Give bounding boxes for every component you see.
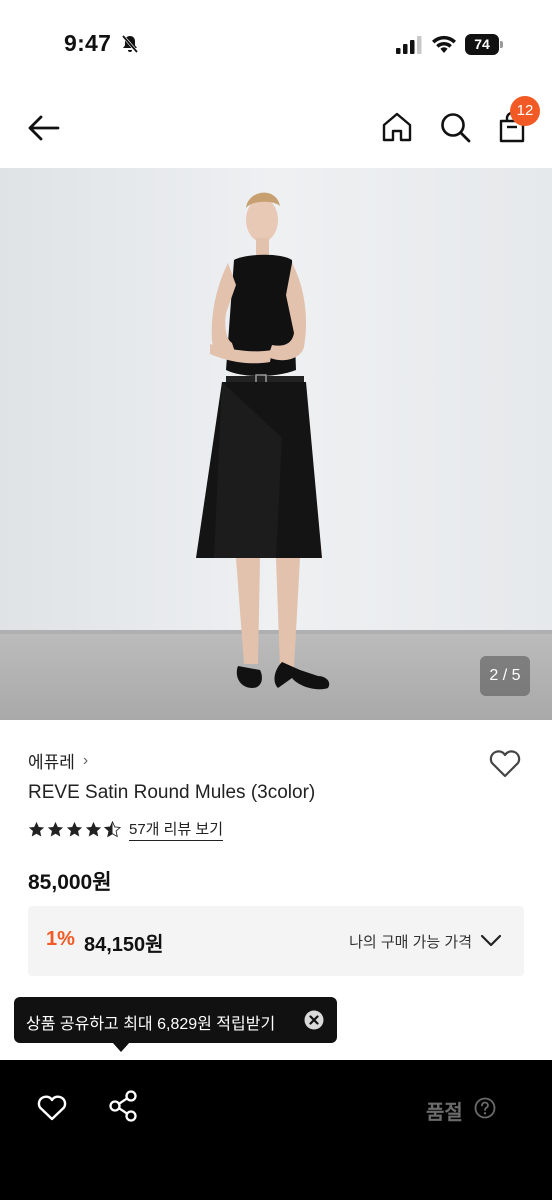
search-icon[interactable] (438, 110, 472, 144)
discount-rate: 1% (46, 928, 75, 950)
back-arrow-icon[interactable] (24, 110, 64, 146)
tooltip-text: 상품 공유하고 최대 6,829원 적립받기 (26, 1016, 276, 1033)
discount-price: 84,150원 (84, 934, 164, 956)
image-counter: 2 / 5 (480, 656, 530, 696)
star-rating (28, 821, 121, 838)
star-filled-icon (47, 821, 64, 837)
bell-off-icon (121, 35, 139, 53)
signal-icon (396, 36, 422, 54)
help-icon[interactable] (474, 1097, 496, 1119)
discount-price-box[interactable]: 1% 84,150원 나의 구매 가능 가격 (28, 906, 524, 976)
product-photo (0, 168, 552, 720)
brand-link[interactable]: 에퓨레 › (28, 748, 88, 773)
status-bar: 9:47 74 (0, 0, 552, 88)
review-link[interactable]: 57개 리뷰 보기 (129, 818, 224, 841)
share-reward-tooltip: 상품 공유하고 최대 6,829원 적립받기 (14, 997, 337, 1043)
rating-row: 57개 리뷰 보기 (28, 818, 224, 841)
status-time: 9:47 (64, 30, 112, 56)
star-filled-icon (66, 821, 83, 837)
star-half-icon (104, 821, 121, 838)
tooltip-arrow (112, 1042, 130, 1052)
wifi-icon (432, 35, 456, 53)
brand-chevron-icon: › (82, 751, 89, 769)
close-icon[interactable] (304, 1010, 324, 1030)
my-price-label: 나의 구매 가능 가격 (349, 934, 472, 951)
star-filled-icon (28, 821, 45, 837)
bottom-action-bar: 품절 (0, 1060, 552, 1200)
star-filled-icon (85, 821, 102, 837)
heart-icon[interactable] (36, 1092, 68, 1122)
share-icon[interactable] (108, 1090, 138, 1122)
sold-out-label: 품절 (426, 1102, 463, 1124)
product-price: 85,000원 (28, 871, 112, 894)
cart-count-badge: 12 (510, 96, 540, 126)
chevron-down-icon (480, 934, 502, 947)
home-icon[interactable] (380, 110, 414, 144)
battery-icon: 74 (465, 34, 503, 55)
product-image[interactable]: 2 / 5 (0, 168, 552, 720)
brand-name: 에퓨레 (28, 753, 75, 772)
heart-icon[interactable] (487, 746, 523, 780)
top-navigation: 12 (0, 88, 552, 168)
battery-level: 74 (465, 34, 499, 55)
product-name: REVE Satin Round Mules (3color) (28, 782, 316, 803)
